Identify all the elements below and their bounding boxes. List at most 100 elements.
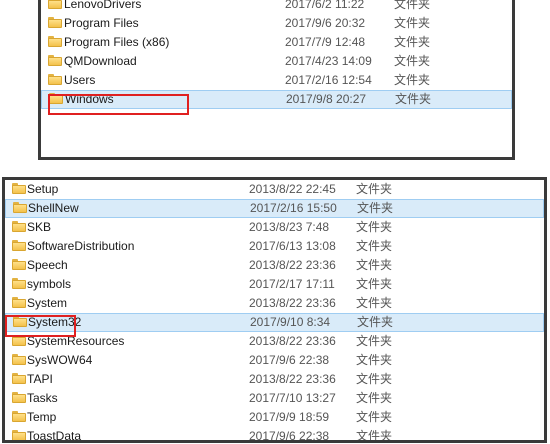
file-row[interactable]: ShellNew 2017/2/16 15:50 文件夹 [5,199,544,218]
file-list-windows-root: LenovoDrivers 2017/6/2 11:22 文件夹 Program Fi… [38,0,515,160]
modified-date: 2017/6/13 13:08 [249,239,336,253]
file-type: 文件夹 [357,201,394,215]
folder-icon [48,17,62,28]
modified-date: 2017/9/9 18:59 [249,410,330,424]
file-name: symbols [27,277,72,291]
file-row[interactable]: Temp 2017/9/9 18:59 文件夹 [5,408,544,427]
file-type: 文件夹 [394,16,431,30]
file-name: ShellNew [28,201,79,215]
modified-date: 2017/2/16 12:54 [285,73,372,87]
folder-icon [12,354,26,365]
file-row[interactable]: SoftwareDistribution 2017/6/13 13:08 文件夹 [5,237,544,256]
file-row[interactable]: ToastData 2017/9/6 22:38 文件夹 [5,427,544,443]
modified-date: 2013/8/22 23:36 [249,296,336,310]
modified-date: 2017/9/6 22:38 [249,353,330,367]
folder-icon [12,221,26,232]
file-row[interactable]: Speech 2013/8/22 23:36 文件夹 [5,256,544,275]
modified-date: 2017/7/9 12:48 [285,35,366,49]
file-name: Tasks [27,391,58,405]
file-type: 文件夹 [395,92,432,106]
folder-icon [12,183,26,194]
file-name: ToastData [27,429,82,443]
file-row[interactable]: SystemResources 2013/8/22 23:36 文件夹 [5,332,544,351]
file-row[interactable]: Setup 2013/8/22 22:45 文件夹 [5,180,544,199]
folder-icon [49,93,63,104]
file-row[interactable]: Program Files 2017/9/6 20:32 文件夹 [41,14,512,33]
file-type: 文件夹 [356,334,393,348]
file-type: 文件夹 [356,258,393,272]
file-name: Program Files [64,16,139,30]
file-name: Temp [27,410,57,424]
file-type: 文件夹 [356,391,393,405]
file-row[interactable]: Program Files (x86) 2017/7/9 12:48 文件夹 [41,33,512,52]
file-rows-bottom: Setup 2013/8/22 22:45 文件夹 ShellNew 2017/2/16… [5,180,544,443]
file-type: 文件夹 [356,372,393,386]
folder-icon [12,297,26,308]
modified-date: 2013/8/22 23:36 [249,334,336,348]
modified-date: 2017/7/10 13:27 [249,391,336,405]
folder-icon [48,36,62,47]
file-type: 文件夹 [394,35,431,49]
file-type: 文件夹 [356,220,393,234]
file-row[interactable]: QMDownload 2017/4/23 14:09 文件夹 [41,52,512,71]
modified-date: 2017/9/6 20:32 [285,16,366,30]
file-type: 文件夹 [394,73,431,87]
modified-date: 2013/8/22 22:45 [249,182,336,196]
file-type: 文件夹 [356,239,393,253]
file-type: 文件夹 [356,353,393,367]
file-row[interactable]: Users 2017/2/16 12:54 文件夹 [41,71,512,90]
folder-icon [13,202,27,213]
modified-date: 2017/4/23 14:09 [285,54,372,68]
file-row[interactable]: System 2013/8/22 23:36 文件夹 [5,294,544,313]
file-row[interactable]: symbols 2017/2/17 17:11 文件夹 [5,275,544,294]
file-name: Speech [27,258,68,272]
file-row[interactable]: Tasks 2017/7/10 13:27 文件夹 [5,389,544,408]
file-row[interactable]: SKB 2013/8/23 7:48 文件夹 [5,218,544,237]
file-type: 文件夹 [394,0,431,11]
folder-icon [12,430,26,440]
folder-icon [13,316,27,327]
file-rows-top: LenovoDrivers 2017/6/2 11:22 文件夹 Program Fi… [41,0,512,109]
folder-icon [12,278,26,289]
file-type: 文件夹 [356,182,393,196]
modified-date: 2013/8/22 23:36 [249,258,336,272]
file-name: System32 [28,315,82,329]
file-row[interactable]: TAPI 2013/8/22 23:36 文件夹 [5,370,544,389]
file-name: SystemResources [27,334,125,348]
file-type: 文件夹 [356,429,393,443]
modified-date: 2017/2/17 17:11 [249,277,335,291]
folder-icon [12,335,26,346]
file-type: 文件夹 [356,296,393,310]
modified-date: 2017/6/2 11:22 [285,0,365,11]
folder-icon [12,411,26,422]
folder-icon [48,0,62,9]
file-list-windows-folder: Setup 2013/8/22 22:45 文件夹 ShellNew 2017/2/16… [2,177,547,443]
modified-date: 2017/9/10 8:34 [250,315,331,329]
file-row[interactable]: Windows 2017/9/8 20:27 文件夹 [41,90,512,109]
folder-icon [48,74,62,85]
folder-icon [48,55,62,66]
file-type: 文件夹 [356,277,393,291]
folder-icon [12,240,26,251]
file-name: QMDownload [64,54,137,68]
modified-date: 2017/9/6 22:38 [249,429,330,443]
folder-icon [12,373,26,384]
file-name: SKB [27,220,52,234]
file-row[interactable]: System32 2017/9/10 8:34 文件夹 [5,313,544,332]
file-row[interactable]: LenovoDrivers 2017/6/2 11:22 文件夹 [41,0,512,14]
modified-date: 2017/9/8 20:27 [286,92,367,106]
modified-date: 2013/8/23 7:48 [249,220,330,234]
file-row[interactable]: SysWOW64 2017/9/6 22:38 文件夹 [5,351,544,370]
modified-date: 2013/8/22 23:36 [249,372,336,386]
folder-icon [12,259,26,270]
file-name: TAPI [27,372,53,386]
file-name: Setup [27,182,59,196]
file-name: System [27,296,68,310]
file-name: SoftwareDistribution [27,239,135,253]
folder-icon [12,392,26,403]
file-type: 文件夹 [394,54,431,68]
file-name: Users [64,73,96,87]
file-name: Program Files (x86) [64,35,170,49]
file-name: Windows [65,92,114,106]
modified-date: 2017/2/16 15:50 [250,201,337,215]
